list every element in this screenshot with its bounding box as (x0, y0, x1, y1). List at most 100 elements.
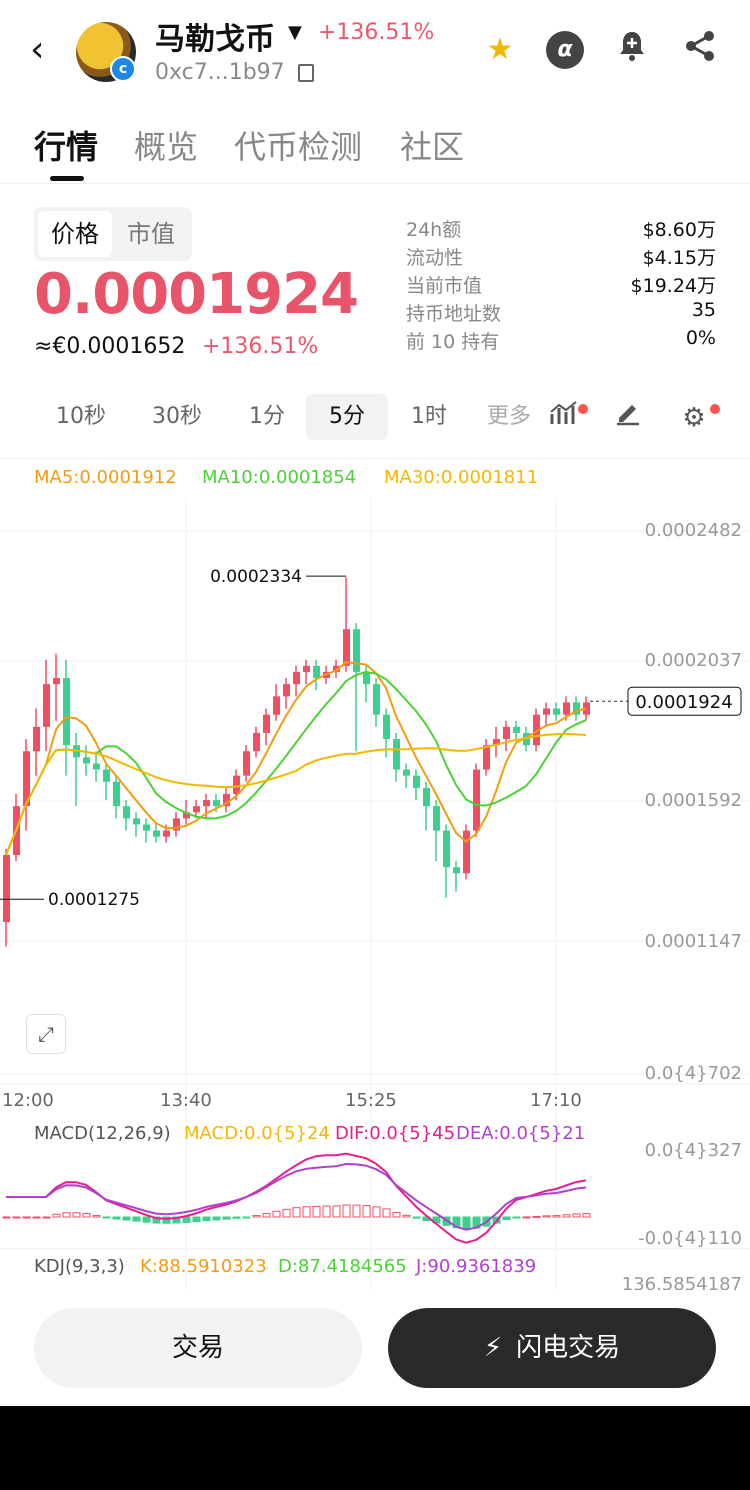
tab-overview[interactable]: 概览 (134, 122, 198, 168)
tab-bar: 行情 概览 代币检测 社区 (0, 112, 750, 184)
draw-icon[interactable] (608, 398, 648, 438)
interval-30s[interactable]: 30秒 (140, 394, 214, 440)
macd-bar (402, 1214, 411, 1218)
macd-bar (332, 1205, 341, 1218)
candle-body (343, 629, 350, 666)
interval-5m[interactable]: 5分 (306, 394, 388, 440)
copy-icon[interactable] (298, 64, 314, 82)
macd-bar (502, 1216, 511, 1221)
macd-bar (392, 1212, 401, 1218)
interval-more[interactable]: 更多 (476, 394, 542, 440)
x-axis-label: 17:10 (530, 1090, 582, 1111)
trade-button[interactable]: 交易 (34, 1308, 362, 1388)
macd-bar (342, 1204, 351, 1218)
toggle-mcap[interactable]: 市值 (114, 211, 188, 257)
macd-bar (82, 1213, 91, 1218)
macd-bar (312, 1205, 321, 1218)
candle-body (463, 830, 470, 874)
candle-body (133, 818, 140, 825)
macd-bar (262, 1212, 271, 1218)
bell-plus-icon[interactable] (612, 30, 652, 70)
lightning-icon: ⚡ (483, 1333, 503, 1363)
stat-value: 35 (691, 299, 716, 321)
macd-bar (192, 1216, 201, 1223)
candle-body (43, 684, 50, 727)
share-icon[interactable] (680, 30, 720, 70)
back-icon[interactable]: ‹ (30, 30, 66, 70)
candle-body (393, 739, 400, 770)
macd-bar (62, 1212, 71, 1218)
macd-axis-bottom: -0.0{4}110 (638, 1228, 742, 1249)
interval-1h[interactable]: 1时 (392, 394, 466, 440)
stat-value: $8.60万 (642, 219, 716, 241)
candlestick-chart[interactable]: 0.0002334 0.0001275 0.0001924 (0, 459, 750, 1289)
tab-market[interactable]: 行情 (34, 122, 98, 168)
macd-bar (582, 1213, 591, 1218)
macd-dea: DEA:0.0{5}21 (456, 1123, 586, 1144)
macd-bar (282, 1208, 291, 1218)
candle-body (253, 732, 260, 752)
gear-icon[interactable]: ⚙ (674, 398, 714, 438)
macd-bar (382, 1208, 391, 1218)
macd-bar (242, 1216, 251, 1219)
tab-underline (50, 176, 84, 181)
kdj-title: KDJ(9,3,3) (34, 1256, 125, 1277)
ma30-line (5, 732, 587, 856)
candle-body (453, 867, 460, 874)
candle-body (423, 787, 430, 807)
chevron-down-icon[interactable]: ▼ (288, 22, 302, 43)
stat-value: $19.24万 (630, 275, 716, 297)
candle-body (373, 684, 380, 715)
expand-icon[interactable]: ⤢ (26, 1014, 66, 1054)
candle-body (433, 806, 440, 831)
y-axis-label: 0.0001592 (644, 790, 742, 811)
interval-1m[interactable]: 1分 (230, 394, 304, 440)
candle-body (363, 671, 370, 685)
header-change: +136.51% (318, 20, 435, 45)
macd-bar (322, 1205, 331, 1218)
candle-body (413, 775, 420, 788)
ma5-label: MA5:0.0001912 (34, 467, 177, 488)
macd-value: MACD:0.0{5}24 (184, 1123, 330, 1144)
tab-token-check[interactable]: 代币检测 (234, 122, 362, 168)
candle-body (503, 726, 510, 740)
macd-title: MACD(12,26,9) (34, 1123, 171, 1144)
stat-value: 0% (685, 327, 716, 349)
candle-body (513, 726, 520, 733)
macd-bar (102, 1216, 111, 1219)
interval-10s[interactable]: 10秒 (44, 394, 118, 440)
macd-bar (562, 1214, 571, 1218)
candle-body (93, 763, 100, 770)
macd-bar (122, 1216, 131, 1221)
star-icon[interactable]: ★ (480, 30, 520, 70)
candle-body (53, 678, 60, 685)
candle-body (113, 781, 120, 807)
candle-body (383, 714, 390, 740)
candle-body (443, 830, 450, 868)
kdj-d: D:87.4184565 (278, 1256, 407, 1277)
stat-label: 持币地址数 (406, 303, 502, 325)
y-axis-label: 0.0002482 (644, 520, 742, 541)
header: ‹ c 马勒戈币 ▼ +136.51% 0xc7...1b97 ★ α (0, 0, 750, 100)
macd-bar (522, 1216, 531, 1219)
tab-community[interactable]: 社区 (400, 122, 464, 168)
candle-body (233, 775, 240, 794)
kdj-j: J:90.9361839 (416, 1256, 537, 1277)
price-change: +136.51% (202, 334, 319, 359)
candle-body (473, 769, 480, 831)
chart-area[interactable]: 0.0002334 0.0001275 0.0001924 (0, 458, 750, 1289)
x-axis-label: 12:00 (2, 1090, 54, 1111)
token-name[interactable]: 马勒戈币 (155, 14, 275, 58)
ma30-label: MA30:0.0001811 (384, 467, 539, 488)
kdj-k: K:88.5910323 (140, 1256, 267, 1277)
macd-bar (572, 1213, 581, 1218)
indicator-icon[interactable] (544, 398, 584, 438)
candle-body (203, 800, 210, 807)
macd-bar (12, 1216, 21, 1219)
flash-trade-button[interactable]: ⚡ 闪电交易 (388, 1308, 716, 1388)
toggle-price[interactable]: 价格 (38, 211, 112, 257)
alpha-icon[interactable]: α (546, 31, 584, 69)
candle-body (313, 665, 320, 679)
macd-bar (302, 1206, 311, 1218)
candle-body (193, 806, 200, 813)
